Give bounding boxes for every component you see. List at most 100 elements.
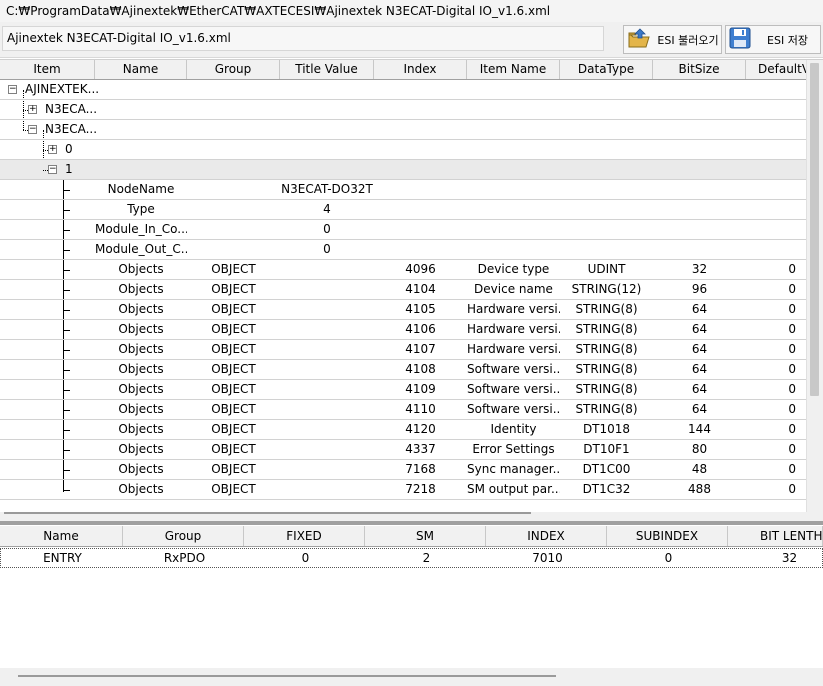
object-item-name: Device name bbox=[474, 282, 553, 296]
tree-connector bbox=[63, 290, 70, 291]
collapse-toggle-icon[interactable]: − bbox=[48, 165, 57, 174]
entry-row[interactable]: ENTRY RxPDO 0 2 7010 0 32 bbox=[0, 548, 823, 568]
tree-row-root[interactable]: − AJINEXTEK... bbox=[0, 80, 806, 100]
object-item-name: Hardware versi... bbox=[467, 302, 560, 316]
esi-filename-field[interactable]: Ajinextek N3ECAT-Digital IO_v1.6.xml bbox=[2, 26, 604, 51]
tree-row-property[interactable]: Module_In_Co... 0 bbox=[0, 220, 806, 240]
object-index: 4109 bbox=[405, 382, 436, 396]
object-default-value: 0 bbox=[788, 442, 796, 456]
tree-row-module-selected[interactable]: − 1 bbox=[0, 160, 806, 180]
column-header-datatype[interactable]: DataType bbox=[560, 60, 653, 79]
tree-grid-body: − AJINEXTEK... + N3ECA... − N3ECA... + 0… bbox=[0, 80, 806, 512]
object-default-value: 0 bbox=[788, 422, 796, 436]
object-default-value: 0 bbox=[788, 402, 796, 416]
collapse-toggle-icon[interactable]: − bbox=[28, 125, 37, 134]
esi-save-button[interactable]: ESI 저장 bbox=[725, 25, 821, 54]
tree-connector bbox=[63, 250, 70, 251]
object-group: OBJECT bbox=[211, 402, 256, 416]
entry-index: 7010 bbox=[532, 551, 563, 565]
object-group: OBJECT bbox=[211, 482, 256, 496]
esi-load-button[interactable]: ESI 불러오기 bbox=[623, 25, 722, 54]
object-item-name: Error Settings bbox=[472, 442, 555, 456]
property-value[interactable]: 4 bbox=[280, 200, 374, 219]
column-header-bit-length[interactable]: BIT LENTH bbox=[728, 526, 823, 546]
column-header-item-name[interactable]: Item Name bbox=[467, 60, 560, 79]
tree-row-object[interactable]: Objects OBJECT 7218 SM output par... DT1… bbox=[0, 480, 806, 500]
horizontal-scrollbar[interactable] bbox=[0, 668, 823, 686]
tree-row-object[interactable]: Objects OBJECT 4105 Hardware versi... ST… bbox=[0, 300, 806, 320]
toolbar: Ajinextek N3ECAT-Digital IO_v1.6.xml ESI… bbox=[0, 22, 823, 58]
tree-row-object[interactable]: Objects OBJECT 4337 Error Settings DT10F… bbox=[0, 440, 806, 460]
object-datatype: STRING(12) bbox=[571, 282, 642, 296]
column-header-name[interactable]: Name bbox=[0, 526, 123, 546]
column-header-sm[interactable]: SM bbox=[365, 526, 486, 546]
tree-row-property[interactable]: Module_Out_C... 0 bbox=[0, 240, 806, 260]
object-default-value: 0 bbox=[788, 362, 796, 376]
tree-connector bbox=[63, 430, 70, 431]
object-name: Objects bbox=[118, 382, 164, 396]
object-bitsize: 48 bbox=[691, 462, 708, 476]
column-header-index[interactable]: Index bbox=[374, 60, 467, 79]
column-header-default-value[interactable]: DefaultVa bbox=[746, 60, 808, 79]
column-header-index[interactable]: INDEX bbox=[486, 526, 607, 546]
tree-row-module[interactable]: + 0 bbox=[0, 140, 806, 160]
property-value[interactable]: 0 bbox=[280, 240, 374, 259]
tree-row-object[interactable]: Objects OBJECT 4106 Hardware versi... ST… bbox=[0, 320, 806, 340]
expand-toggle-icon[interactable]: + bbox=[48, 145, 57, 154]
column-header-group[interactable]: Group bbox=[123, 526, 244, 546]
object-group: OBJECT bbox=[211, 422, 256, 436]
horizontal-scrollbar-thumb[interactable] bbox=[18, 675, 556, 677]
object-index: 4107 bbox=[405, 342, 436, 356]
tree-row-object[interactable]: Objects OBJECT 4120 Identity DT1018 144 … bbox=[0, 420, 806, 440]
tree-row-object[interactable]: Objects OBJECT 4104 Device name STRING(1… bbox=[0, 280, 806, 300]
object-default-value: 0 bbox=[788, 342, 796, 356]
column-header-item[interactable]: Item bbox=[0, 60, 95, 79]
property-value[interactable]: 0 bbox=[280, 220, 374, 239]
tree-row-property[interactable]: NodeName N3ECAT-DO32T bbox=[0, 180, 806, 200]
tree-row-object[interactable]: Objects OBJECT 7168 Sync manager... DT1C… bbox=[0, 460, 806, 480]
tree-row-object[interactable]: Objects OBJECT 4109 Software versi... ST… bbox=[0, 380, 806, 400]
object-default-value: 0 bbox=[788, 262, 796, 276]
collapse-toggle-icon[interactable]: − bbox=[8, 85, 17, 94]
vertical-scrollbar-thumb[interactable] bbox=[810, 63, 819, 396]
object-index: 4104 bbox=[405, 282, 436, 296]
property-value[interactable]: N3ECAT-DO32T bbox=[280, 180, 374, 199]
entry-name: ENTRY bbox=[43, 551, 82, 565]
object-index: 4105 bbox=[405, 302, 436, 316]
object-item-name: SM output par... bbox=[467, 482, 560, 496]
object-datatype: DT1C00 bbox=[582, 462, 631, 476]
panel-splitter[interactable] bbox=[0, 521, 823, 525]
object-datatype: DT10F1 bbox=[583, 442, 630, 456]
column-header-name[interactable]: Name bbox=[95, 60, 187, 79]
tree-node-label: AJINEXTEK... bbox=[25, 82, 100, 96]
tree-row-object[interactable]: Objects OBJECT 4107 Hardware versi... ST… bbox=[0, 340, 806, 360]
object-group: OBJECT bbox=[211, 262, 256, 276]
object-bitsize: 64 bbox=[691, 302, 708, 316]
tree-row-property[interactable]: Type 4 bbox=[0, 200, 806, 220]
object-datatype: STRING(8) bbox=[575, 382, 638, 396]
object-index: 4106 bbox=[405, 322, 436, 336]
column-header-title-value[interactable]: Title Value bbox=[280, 60, 374, 79]
column-header-group[interactable]: Group bbox=[187, 60, 280, 79]
tree-row-object[interactable]: Objects OBJECT 4110 Software versi... ST… bbox=[0, 400, 806, 420]
tree-connector bbox=[63, 310, 70, 311]
entry-grid-header: Name Group FIXED SM INDEX SUBINDEX BIT L… bbox=[0, 526, 823, 547]
object-bitsize: 144 bbox=[688, 422, 711, 436]
column-header-fixed[interactable]: FIXED bbox=[244, 526, 365, 546]
tree-connector bbox=[63, 270, 70, 271]
object-name: Objects bbox=[118, 322, 164, 336]
horizontal-scrollbar-thumb[interactable] bbox=[4, 512, 531, 514]
tree-row-device[interactable]: + N3ECA... bbox=[0, 100, 806, 120]
object-bitsize: 64 bbox=[691, 342, 708, 356]
tree-connector bbox=[63, 210, 70, 211]
object-datatype: STRING(8) bbox=[575, 302, 638, 316]
file-path-bar: C:₩ProgramData₩Ajinextek₩EtherCAT₩AXTECE… bbox=[0, 0, 823, 22]
object-group: OBJECT bbox=[211, 342, 256, 356]
tree-row-device[interactable]: − N3ECA... bbox=[0, 120, 806, 140]
expand-toggle-icon[interactable]: + bbox=[28, 105, 37, 114]
tree-row-object[interactable]: Objects OBJECT 4108 Software versi... ST… bbox=[0, 360, 806, 380]
tree-row-object[interactable]: Objects OBJECT 4096 Device type UDINT 32… bbox=[0, 260, 806, 280]
column-header-subindex[interactable]: SUBINDEX bbox=[607, 526, 728, 546]
column-header-bitsize[interactable]: BitSize bbox=[653, 60, 746, 79]
object-item-name: Software versi... bbox=[467, 382, 560, 396]
